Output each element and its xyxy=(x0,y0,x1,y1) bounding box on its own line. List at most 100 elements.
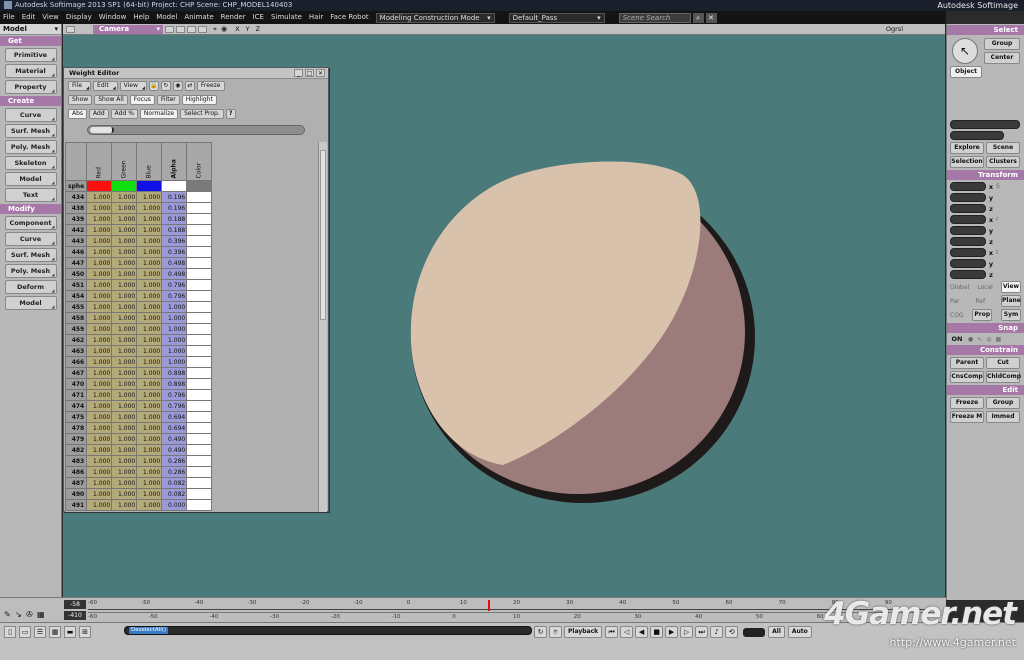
select-center-button[interactable]: Center xyxy=(984,52,1020,64)
record-icon[interactable]: ◉ xyxy=(172,81,183,91)
menu-edit[interactable]: Edit xyxy=(22,11,36,24)
axes-label[interactable]: X Y Z xyxy=(235,25,262,33)
color-swatch[interactable] xyxy=(186,312,213,324)
translate-y-field[interactable] xyxy=(950,259,986,268)
table-row[interactable]: 462 1.000 1.000 1.000 1.000 xyxy=(65,334,213,346)
alpha-value[interactable]: 1.000 xyxy=(161,312,188,324)
blue-value[interactable]: 1.000 xyxy=(136,312,163,324)
translate-z-field[interactable] xyxy=(950,270,986,279)
color-swatch[interactable] xyxy=(186,191,213,203)
select-field-2[interactable] xyxy=(950,131,1004,140)
color-swatch[interactable] xyxy=(186,378,213,390)
prev-key-icon[interactable]: ◁ xyxy=(620,626,634,638)
color-swatch[interactable] xyxy=(186,477,213,489)
layout-single-icon[interactable]: ▯ xyxy=(4,626,16,638)
alpha-value[interactable]: 0.188 xyxy=(161,224,188,236)
red-value[interactable]: 1.000 xyxy=(86,499,113,511)
playback-menu[interactable]: Playback xyxy=(564,626,603,638)
blue-value[interactable]: 1.000 xyxy=(136,466,163,478)
timeline-playhead[interactable] xyxy=(488,600,490,611)
table-row[interactable]: 479 1.000 1.000 1.000 0.490 xyxy=(65,433,213,445)
green-value[interactable]: 1.000 xyxy=(111,257,138,269)
color-swatch[interactable] xyxy=(186,499,213,511)
we-menu-file[interactable]: File xyxy=(68,81,92,91)
cnscomp-button[interactable]: CnsComp xyxy=(950,371,984,383)
translate-x-field[interactable] xyxy=(950,248,986,257)
color-swatch[interactable] xyxy=(186,268,213,280)
red-value[interactable]: 1.000 xyxy=(86,301,113,313)
red-value[interactable]: 1.000 xyxy=(86,433,113,445)
freeze-m-button[interactable]: Freeze M xyxy=(950,411,984,423)
alpha-value[interactable]: 0.796 xyxy=(161,389,188,401)
color-swatch[interactable] xyxy=(186,257,213,269)
display-mode-select[interactable]: Ogrsl xyxy=(886,25,903,33)
red-value[interactable]: 1.000 xyxy=(86,455,113,467)
blue-value[interactable]: 1.000 xyxy=(136,323,163,335)
color-swatch[interactable] xyxy=(186,466,213,478)
green-value[interactable]: 1.000 xyxy=(111,279,138,291)
table-row[interactable]: 471 1.000 1.000 1.000 0.796 xyxy=(65,389,213,401)
grid-icon[interactable]: ▦ xyxy=(37,610,48,619)
alpha-value[interactable]: 0.498 xyxy=(161,268,188,280)
color-swatch[interactable] xyxy=(186,455,213,467)
snap-on-toggle[interactable]: ON xyxy=(950,335,964,343)
create-curve-button[interactable]: Curve xyxy=(4,108,57,122)
green-value[interactable]: 1.000 xyxy=(111,367,138,379)
color-swatch[interactable] xyxy=(186,367,213,379)
table-row[interactable]: 451 1.000 1.000 1.000 0.796 xyxy=(65,279,213,291)
red-value[interactable]: 1.000 xyxy=(86,323,113,335)
translate-icon[interactable]: t xyxy=(996,249,998,256)
blue-value[interactable]: 1.000 xyxy=(136,224,163,236)
table-row[interactable]: 442 1.000 1.000 1.000 0.188 xyxy=(65,224,213,236)
pass-select[interactable]: Default_Pass xyxy=(508,12,605,23)
blue-value[interactable]: 1.000 xyxy=(136,411,163,423)
alpha-value[interactable]: 0.694 xyxy=(161,411,188,423)
color-swatch[interactable] xyxy=(186,389,213,401)
focus-button[interactable]: Focus xyxy=(129,95,155,105)
scrollbar-thumb[interactable] xyxy=(320,150,326,320)
menu-model[interactable]: Model xyxy=(156,11,177,24)
abs-button[interactable]: Abs xyxy=(68,109,88,119)
blue-value[interactable]: 1.000 xyxy=(136,257,163,269)
green-value[interactable]: 1.000 xyxy=(111,202,138,214)
table-row[interactable]: 482 1.000 1.000 1.000 0.490 xyxy=(65,444,213,456)
color-swatch[interactable] xyxy=(186,213,213,225)
create-text-button[interactable]: Text xyxy=(4,188,57,202)
color-swatch[interactable] xyxy=(186,290,213,302)
next-key-icon[interactable]: ▷ xyxy=(680,626,694,638)
alpha-value[interactable]: 0.796 xyxy=(161,279,188,291)
color-swatch[interactable] xyxy=(186,400,213,412)
table-row[interactable]: 486 1.000 1.000 1.000 0.286 xyxy=(65,466,213,478)
rotate-y-field[interactable] xyxy=(950,226,986,235)
red-value[interactable]: 1.000 xyxy=(86,466,113,478)
blue-value[interactable]: 1.000 xyxy=(136,191,163,203)
green-value[interactable]: 1.000 xyxy=(111,411,138,423)
close-icon[interactable]: ✕ xyxy=(316,69,325,77)
auto-key-button[interactable]: Auto xyxy=(787,626,812,638)
table-row[interactable]: 466 1.000 1.000 1.000 1.000 xyxy=(65,356,213,368)
weight-grid-scrollbar[interactable] xyxy=(318,142,327,512)
table-row[interactable]: 434 1.000 1.000 1.000 0.196 xyxy=(65,191,213,203)
green-value[interactable]: 1.000 xyxy=(111,389,138,401)
add-button[interactable]: Add xyxy=(89,109,109,119)
blue-value[interactable]: 1.000 xyxy=(136,422,163,434)
table-row[interactable]: 450 1.000 1.000 1.000 0.498 xyxy=(65,268,213,280)
blue-value[interactable]: 1.000 xyxy=(136,433,163,445)
local-button[interactable]: Local xyxy=(977,284,993,291)
lock-icon[interactable]: 🔒 xyxy=(148,81,159,91)
alpha-value[interactable]: 0.694 xyxy=(161,422,188,434)
layout-wide-icon[interactable]: ▬ xyxy=(64,626,76,638)
blue-value[interactable]: 1.000 xyxy=(136,499,163,511)
alpha-value[interactable]: 1.000 xyxy=(161,323,188,335)
alpha-value[interactable]: 0.796 xyxy=(161,400,188,412)
color-swatch[interactable] xyxy=(186,279,213,291)
swap-icon[interactable]: ⇄ xyxy=(184,81,195,91)
freeze-button[interactable]: Freeze xyxy=(196,81,225,91)
minimize-icon[interactable]: _ xyxy=(294,69,303,77)
color-swatch[interactable] xyxy=(186,202,213,214)
first-frame-icon[interactable]: ⏮ xyxy=(605,626,619,638)
menu-view[interactable]: View xyxy=(42,11,59,24)
we-menu-edit[interactable]: Edit xyxy=(93,81,118,91)
alpha-value[interactable]: 0.396 xyxy=(161,246,188,258)
camera-snap-icon[interactable]: ⌾ xyxy=(549,626,562,638)
